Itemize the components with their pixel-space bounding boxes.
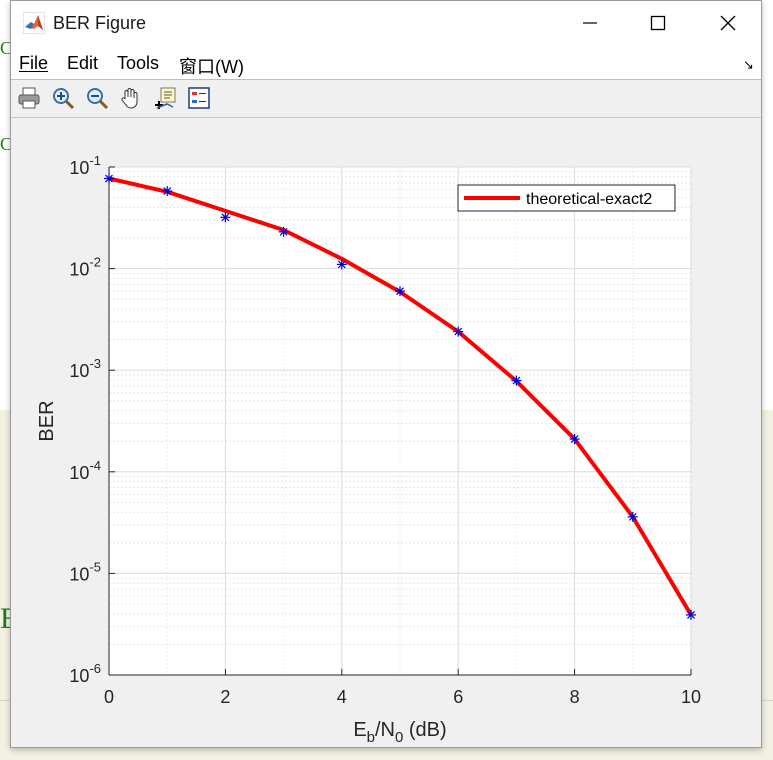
menu-tools[interactable]: Tools (117, 53, 159, 74)
y-tick-label: 10-2 (69, 255, 101, 280)
menu-edit-label: Edit (67, 53, 99, 73)
zoom-in-icon (53, 88, 75, 110)
print-icon (18, 87, 40, 109)
matlab-logo-icon (23, 12, 45, 34)
data-point-marker (220, 212, 231, 223)
maximize-button[interactable] (635, 1, 681, 45)
data-point-marker (278, 226, 289, 237)
close-button[interactable] (705, 1, 751, 45)
maximize-icon (650, 15, 666, 31)
zoom-out-icon (87, 88, 109, 110)
legend[interactable]: theoretical-exact2 (457, 184, 676, 212)
menu-window-label: 窗口(W) (179, 57, 244, 77)
ber-chart[interactable]: 10-1 10-2 10-3 10-4 10-5 10-60 2 4 6 8 10 BER Eb/N… (11, 118, 761, 747)
menu-window[interactable]: 窗口(W) (179, 53, 244, 79)
x-tick-label: 4 (337, 687, 347, 707)
close-icon (720, 15, 736, 31)
pan-button[interactable] (117, 84, 145, 112)
title-bar[interactable]: BER Figure (11, 1, 761, 45)
y-tick-label: 10-4 (69, 458, 101, 483)
zoom-in-button[interactable] (49, 84, 77, 112)
pan-hand-icon (121, 88, 138, 109)
minimize-icon (583, 22, 597, 24)
print-button[interactable] (15, 84, 43, 112)
menu-file[interactable]: File (19, 53, 48, 74)
menu-file-label: File (19, 53, 49, 73)
y-axis-label: BER (36, 400, 58, 441)
y-tick-label: 10-3 (69, 356, 101, 381)
menu-bar: File Edit Tools 窗口(W) ↘ (11, 45, 761, 80)
x-axis-label: Eb/N0 (dB) (353, 719, 446, 746)
y-tick-label: 10-5 (69, 559, 101, 584)
x-tick-label: 10 (681, 687, 701, 707)
menu-edit[interactable]: Edit (67, 53, 98, 74)
zoom-out-button[interactable] (83, 84, 111, 112)
x-tick-label: 8 (570, 687, 580, 707)
data-point-marker (569, 434, 580, 445)
toolbar (11, 80, 761, 118)
legend-button[interactable] (185, 84, 213, 112)
y-tick-label: 10-6 (69, 661, 101, 686)
data-cursor-button[interactable] (151, 84, 179, 112)
data-point-marker (395, 286, 405, 297)
legend-icon (188, 87, 210, 109)
x-tick-label: 2 (220, 687, 230, 707)
dock-arrow-icon[interactable]: ↘ (743, 57, 754, 73)
data-point-marker (104, 173, 114, 184)
y-tick-label: 10-1 (69, 153, 101, 178)
x-tick-label: 0 (104, 687, 114, 707)
data-point-marker (336, 259, 347, 270)
legend-entry-label: theoretical-exact2 (526, 191, 652, 208)
minimize-button[interactable] (567, 1, 613, 45)
window-title: BER Figure (53, 13, 147, 33)
figure-canvas: 10-1 10-2 10-3 10-4 10-5 10-6 0 2 4 6 8 10 BER Eb/N… (11, 118, 761, 747)
menu-tools-label: Tools (117, 53, 160, 73)
figure-window: BER Figure File Edit Tools 窗口(W) ↘ 10-1 … (10, 0, 762, 748)
data-cursor-icon (155, 87, 176, 109)
x-tick-label: 6 (453, 687, 463, 707)
